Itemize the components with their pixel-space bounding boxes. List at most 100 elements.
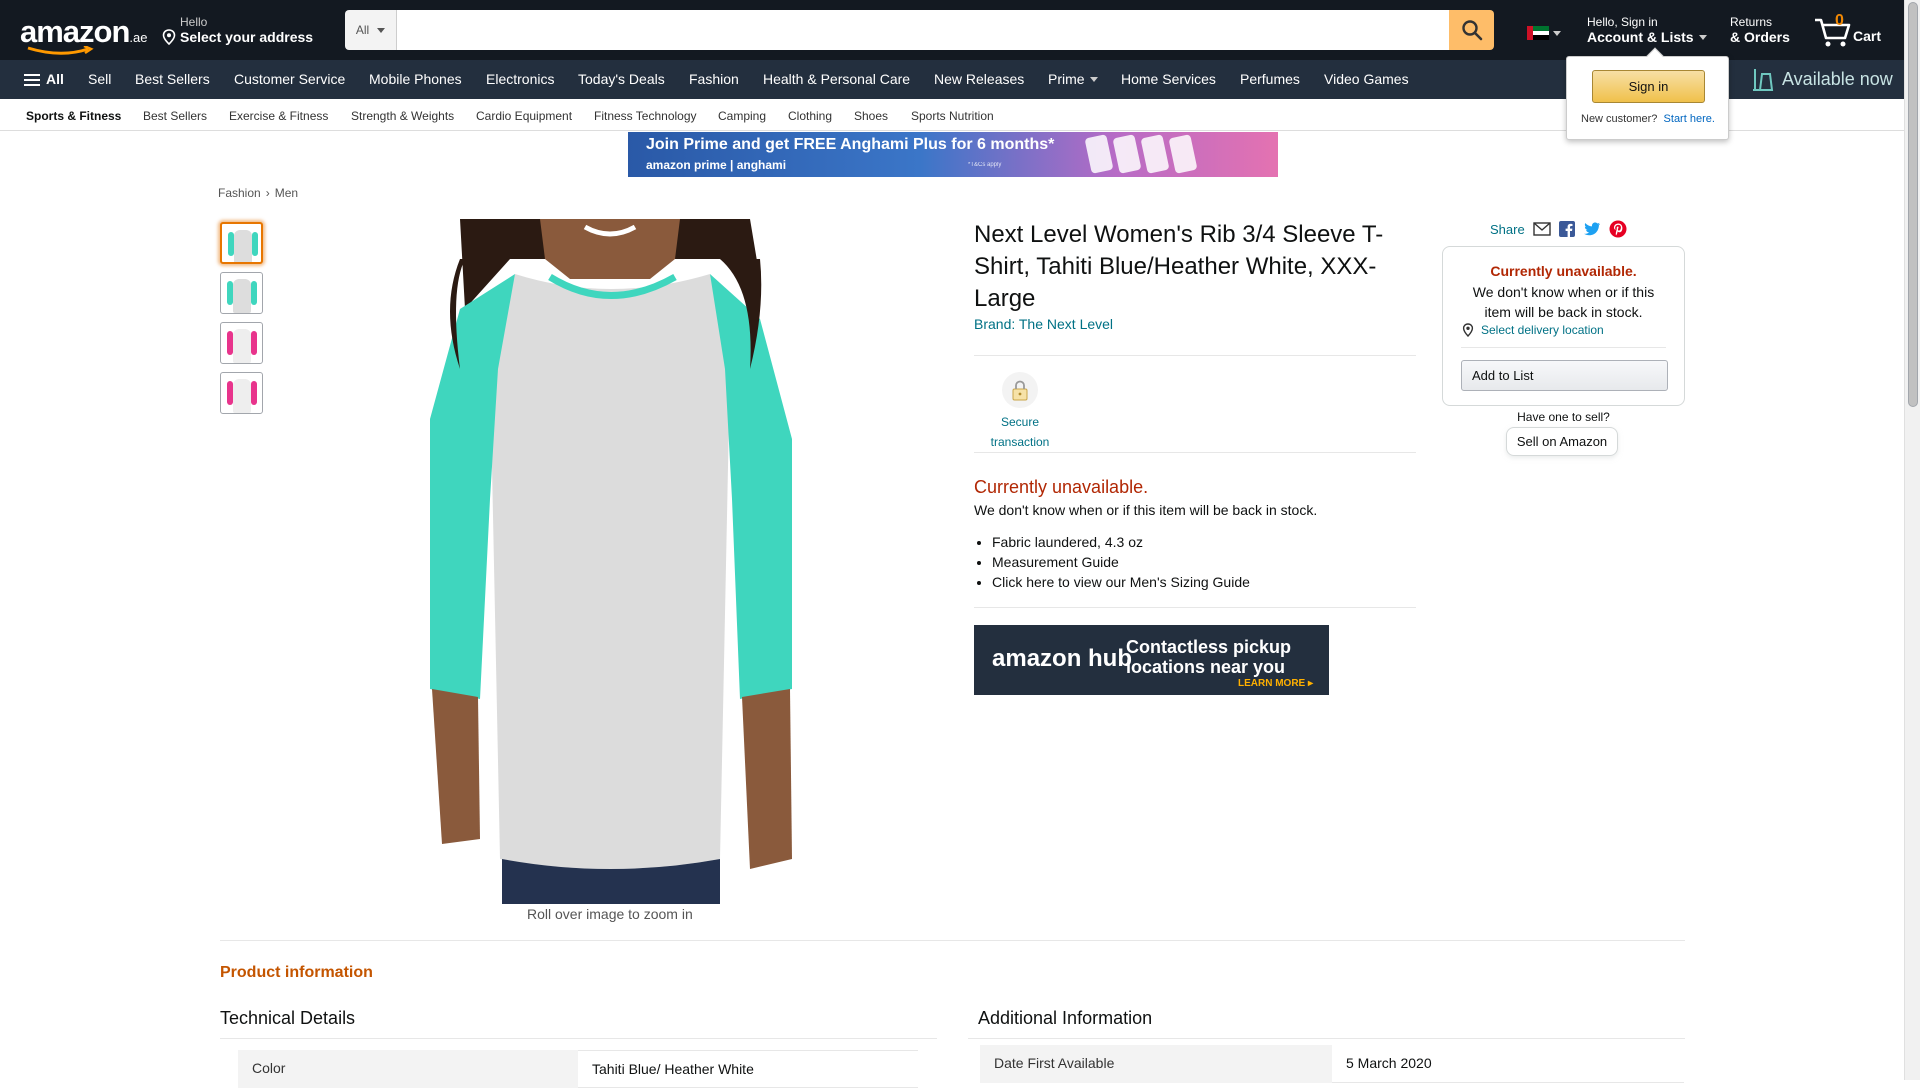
twitter-icon[interactable] [1583,222,1601,237]
subnav-item-sports-fitness[interactable]: Sports & Fitness [26,109,121,123]
subnav-item-fitness-technology[interactable]: Fitness Technology [594,109,697,123]
nav-item-home-services[interactable]: Home Services [1121,71,1216,87]
breadcrumb-men[interactable]: Men [275,186,298,200]
nav-item-new-releases[interactable]: New Releases [934,71,1024,87]
divider [220,1038,937,1039]
subnav-item-shoes[interactable]: Shoes [854,109,888,123]
scrollbar-thumb[interactable] [1908,2,1918,407]
thumbnail-image-3[interactable] [220,322,263,364]
share-bar: Share [1490,220,1627,238]
additional-info-value: 5 March 2020 [1332,1045,1684,1083]
brand-link[interactable]: Brand: The Next Level [974,316,1113,332]
nav-promo[interactable]: Available now [1750,66,1893,92]
deliver-address-label: Select your address [180,29,314,45]
prime-anghami-banner[interactable]: Join Prime and get FREE Anghami Plus for… [628,132,1278,177]
thumbnail-image-4[interactable] [220,372,263,414]
thumbnail-image-1[interactable] [220,222,263,264]
nav-item-mobile-phones[interactable]: Mobile Phones [369,71,462,87]
chevron-down-icon [1553,30,1561,36]
nav-item-todays-deals[interactable]: Today's Deals [578,71,665,87]
subnav-item-sports-nutrition[interactable]: Sports Nutrition [911,109,994,123]
nav-item-health-personal-care[interactable]: Health & Personal Care [763,71,910,87]
additional-info-key: Date First Available [980,1045,1332,1083]
divider [1461,347,1666,348]
product-information-heading: Product information [220,964,373,981]
nav-promo-text: Available now [1782,68,1893,89]
subnav-item-cardio-equipment[interactable]: Cardio Equipment [476,109,572,123]
chevron-down-icon [1698,34,1707,40]
secure-transaction-label: Secure transaction [990,415,1050,449]
banner-brands: amazon prime | anghami [646,158,787,172]
deliver-greeting: Hello [180,15,208,29]
feature-bullet: Click here to view our Men's Sizing Guid… [992,572,1250,592]
subnav-item-best-sellers[interactable]: Best Sellers [143,109,207,123]
nav-item-electronics[interactable]: Electronics [486,71,554,87]
sell-on-amazon-button[interactable]: Sell on Amazon [1506,427,1618,456]
facebook-icon[interactable] [1558,221,1575,237]
amazon-logo[interactable]: amazon.ae [20,14,148,55]
returns-label: Returns [1730,15,1773,29]
subnav-item-exercise-fitness[interactable]: Exercise & Fitness [229,109,328,123]
nav-item-fashion[interactable]: Fashion [689,71,739,87]
feature-bullet: Measurement Guide [992,552,1250,572]
subnav-item-camping[interactable]: Camping [718,109,766,123]
product-photo [430,219,792,904]
location-pin-icon [1462,323,1474,337]
start-here-link[interactable]: Start here. [1664,113,1715,125]
breadcrumb-fashion[interactable]: Fashion [218,186,261,200]
logo-smile-icon [27,46,94,55]
nav-item-best-sellers[interactable]: Best Sellers [135,71,210,87]
cart-icon [1815,18,1851,47]
availability-text: We don't know when or if this item will … [974,502,1318,518]
have-one-to-sell-label: Have one to sell? [1517,410,1610,424]
cart-button[interactable]: 0 Cart [1813,10,1893,50]
pinterest-icon[interactable] [1609,220,1627,238]
subnav-item-strength-weights[interactable]: Strength & Weights [351,109,454,123]
delivery-address-selector[interactable]: Hello Select your address [162,15,313,45]
nav-item-prime[interactable]: Prime [1048,71,1098,87]
search-icon [1461,20,1482,41]
hub-headline: Contactless pickup locations near you [1126,637,1292,677]
nav-item-prime-label: Prime [1048,71,1085,87]
add-to-list-button[interactable]: Add to List [1461,360,1668,391]
new-customer-text: New customer? Start here. [1581,113,1715,125]
additional-information-heading: Additional Information [978,1008,1153,1028]
divider [220,940,1685,941]
amazon-hub-ad[interactable]: amazon hub Contactless pickup locations … [974,625,1329,695]
chevron-down-icon [1089,76,1098,82]
nav-item-perfumes[interactable]: Perfumes [1240,71,1300,87]
all-menu-button[interactable]: All [24,71,64,87]
secure-transaction-badge[interactable]: Secure transaction [980,372,1060,452]
logo-text: amazon [20,14,130,49]
cart-label: Cart [1853,28,1882,44]
nav-item-video-games[interactable]: Video Games [1324,71,1409,87]
page-scrollbar[interactable] [1904,0,1920,1080]
sign-in-button[interactable]: Sign in [1592,70,1705,103]
thumbnail-image-2[interactable] [220,272,263,314]
search-category-dropdown[interactable]: All [345,10,397,50]
logo-tld: .ae [129,30,148,45]
returns-and-orders[interactable]: Returns & Orders [1730,15,1790,45]
email-icon[interactable] [1533,222,1551,236]
account-label: Account & Lists [1587,29,1694,45]
select-delivery-location[interactable]: Select delivery location [1461,323,1604,337]
hamburger-menu-icon [24,74,40,87]
divider [974,607,1416,608]
subnav-item-clothing[interactable]: Clothing [788,109,832,123]
technical-details-value: Tahiti Blue/ Heather White [578,1050,918,1088]
account-greeting: Hello, Sign in [1587,15,1658,29]
banner-terms: *T&Cs apply [968,162,1002,168]
product-main-image[interactable] [420,219,800,904]
image-thumbnails [220,222,263,414]
share-label[interactable]: Share [1490,222,1525,237]
language-selector[interactable] [1527,26,1561,41]
product-title: Next Level Women's Rib 3/4 Sleeve T-Shir… [974,221,1384,312]
nav-item-customer-service[interactable]: Customer Service [234,71,345,87]
banner-phone-images [1084,134,1198,174]
search-input[interactable] [397,10,1449,50]
search-button[interactable] [1449,10,1494,50]
nav-item-sell[interactable]: Sell [88,71,111,87]
hub-brand: amazon hub [992,645,1133,672]
feature-bullet: Fabric laundered, 4.3 oz [992,532,1250,552]
account-and-lists[interactable]: Hello, Sign in Account & Lists [1587,15,1707,45]
